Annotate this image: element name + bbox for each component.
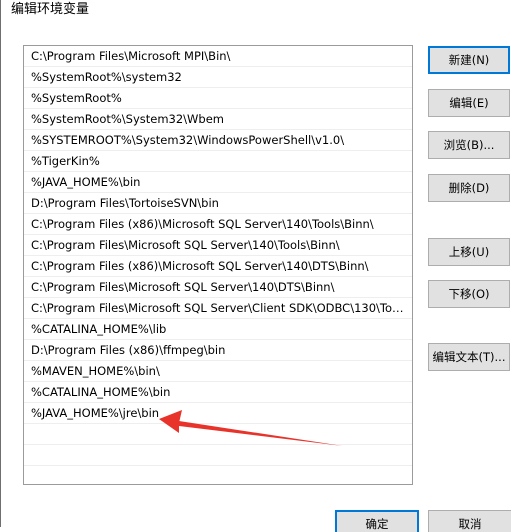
list-item-text: %TigerKin% (31, 154, 100, 168)
list-item-text: C:\Program Files\Microsoft SQL Server\14… (31, 238, 340, 252)
list-item-text: %JAVA_HOME%\jre\bin (31, 406, 160, 420)
list-item-text: C:\Program Files (x86)\Microsoft SQL Ser… (31, 259, 369, 273)
move-up-button[interactable]: 上移(U) (428, 238, 510, 266)
edit-button[interactable]: 编辑(E) (428, 89, 510, 117)
list-item[interactable]: %SystemRoot%\System32\Wbem (24, 109, 412, 130)
ok-button-area: 确定 (335, 510, 419, 532)
list-item-text: C:\Program Files (x86)\Microsoft SQL Ser… (31, 217, 374, 231)
window-title: 编辑环境变量 (11, 2, 90, 17)
list-item-text: D:\Program Files (x86)\ffmpeg\bin (31, 343, 226, 357)
list-item[interactable]: C:\Program Files\Microsoft SQL Server\14… (24, 277, 412, 298)
list-item-text: C:\Program Files\Microsoft MPI\Bin\ (31, 49, 231, 63)
list-item[interactable]: %CATALINA_HOME%\lib (24, 319, 412, 340)
list-item[interactable]: C:\Program Files\Microsoft MPI\Bin\ (24, 46, 412, 67)
list-item-text: %JAVA_HOME%\bin (31, 175, 141, 189)
list-item-text: %CATALINA_HOME%\bin (31, 385, 171, 399)
cancel-button-area: 取消 (428, 510, 511, 532)
list-item-text: C:\Program Files\Microsoft SQL Server\Cl… (31, 301, 410, 315)
path-list[interactable]: C:\Program Files\Microsoft MPI\Bin\ %Sys… (23, 45, 413, 485)
list-item-text: D:\Program Files\TortoiseSVN\bin (31, 196, 219, 210)
new-button[interactable]: 新建(N) (428, 46, 510, 74)
list-item[interactable]: %SystemRoot%\system32 (24, 67, 412, 88)
delete-button[interactable]: 删除(D) (428, 174, 510, 202)
browse-button[interactable]: 浏览(B)... (428, 131, 510, 159)
list-item[interactable]: %JAVA_HOME%\jre\bin (24, 403, 412, 424)
list-item[interactable]: C:\Program Files (x86)\Microsoft SQL Ser… (24, 256, 412, 277)
empty-list-row[interactable] (24, 424, 412, 445)
list-item-text: C:\Program Files\Microsoft SQL Server\14… (31, 280, 335, 294)
list-item-text: %SystemRoot% (31, 91, 122, 105)
title-bar[interactable]: 编辑环境变量 (1, 0, 511, 22)
list-item-text: %SystemRoot%\System32\Wbem (31, 112, 225, 126)
list-item[interactable]: C:\Program Files\Microsoft SQL Server\14… (24, 235, 412, 256)
list-item[interactable]: %JAVA_HOME%\bin (24, 172, 412, 193)
list-item[interactable]: D:\Program Files\TortoiseSVN\bin (24, 193, 412, 214)
list-item[interactable]: C:\Program Files\Microsoft SQL Server\Cl… (24, 298, 412, 319)
list-item[interactable]: %TigerKin% (24, 151, 412, 172)
move-down-button[interactable]: 下移(O) (428, 280, 510, 308)
list-item[interactable]: D:\Program Files (x86)\ffmpeg\bin (24, 340, 412, 361)
list-item-text: %MAVEN_HOME%\bin\ (31, 364, 160, 378)
edit-environment-variable-dialog: 编辑环境变量 C:\Program Files\Microsoft MPI\Bi… (0, 0, 511, 532)
list-item[interactable]: C:\Program Files (x86)\Microsoft SQL Ser… (24, 214, 412, 235)
list-item[interactable]: %MAVEN_HOME%\bin\ (24, 361, 412, 382)
edit-text-button[interactable]: 编辑文本(T)... (428, 343, 510, 371)
empty-list-row[interactable] (24, 445, 412, 466)
list-item-text: %SYSTEMROOT%\System32\WindowsPowerShell\… (31, 133, 345, 147)
list-item[interactable]: %SystemRoot% (24, 88, 412, 109)
list-item-text: %CATALINA_HOME%\lib (31, 322, 167, 336)
list-item[interactable]: %SYSTEMROOT%\System32\WindowsPowerShell\… (24, 130, 412, 151)
ok-button[interactable]: 确定 (335, 510, 419, 532)
list-item[interactable]: %CATALINA_HOME%\bin (24, 382, 412, 403)
list-item-text: %SystemRoot%\system32 (31, 70, 182, 84)
cancel-button[interactable]: 取消 (428, 510, 511, 532)
